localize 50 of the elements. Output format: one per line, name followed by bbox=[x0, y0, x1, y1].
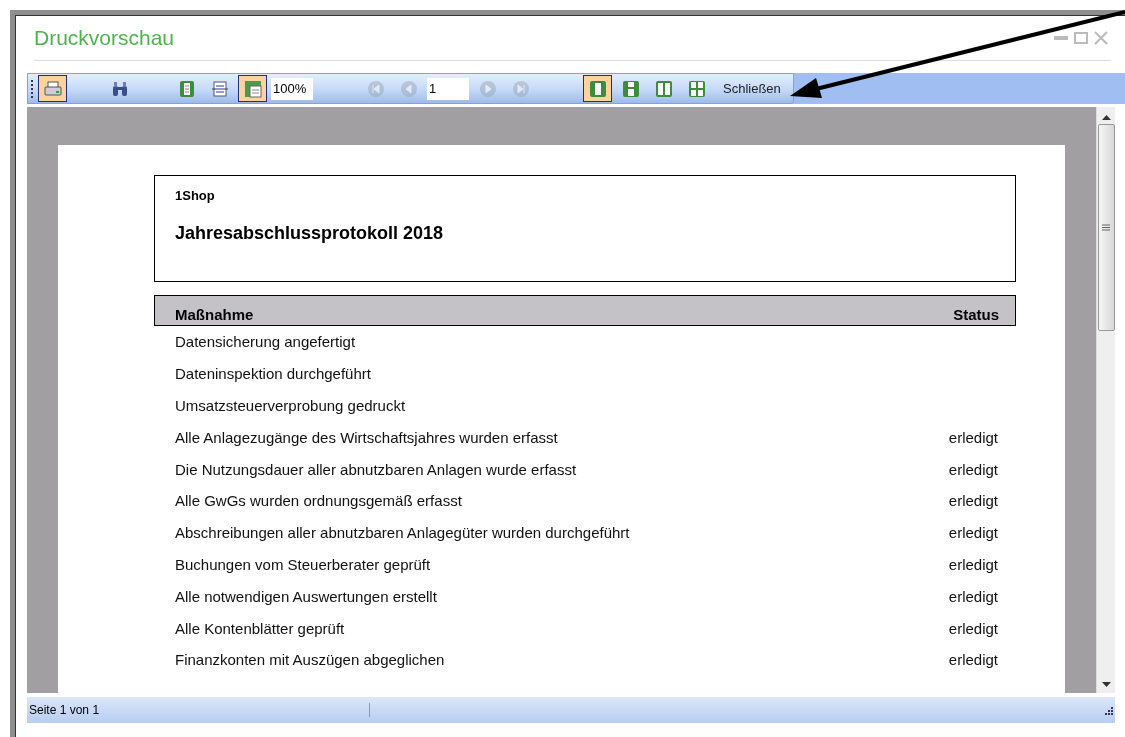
table-cell: erledigt bbox=[948, 555, 998, 573]
resize-grip-icon[interactable] bbox=[1103, 705, 1113, 715]
zoom-field[interactable]: 100% bbox=[271, 77, 313, 100]
column-header: Maßnahme bbox=[175, 306, 254, 323]
table-cell: Abschreibungen aller abnutzbaren Anlagegüter wurden durchgeführt bbox=[175, 524, 630, 542]
toolbar-button[interactable] bbox=[38, 75, 67, 102]
back-icon bbox=[399, 79, 418, 98]
table-cell: erledigt bbox=[948, 460, 998, 478]
page-layout-icon bbox=[588, 79, 607, 98]
table-cell: erledigt bbox=[948, 651, 998, 669]
table-cell: erledigt bbox=[948, 524, 998, 542]
forward-icon bbox=[511, 79, 530, 98]
table-cell: Alle Kontenblätter geprüft bbox=[175, 619, 345, 637]
scroll-down-icon[interactable] bbox=[1101, 682, 1111, 687]
close-button[interactable]: Schließen bbox=[719, 76, 785, 101]
page-number-field[interactable]: 1 bbox=[427, 77, 469, 100]
toolbar-button[interactable] bbox=[238, 75, 267, 102]
zoom-page-icon bbox=[243, 79, 262, 98]
table-cell: erledigt bbox=[948, 587, 998, 605]
page-count: Seite 1 von 1 bbox=[27, 703, 370, 717]
window-title: Druckvorschau bbox=[34, 26, 176, 50]
table-cell: Datensicherung angefertigt bbox=[175, 333, 356, 351]
scroll-thumb[interactable] bbox=[1097, 124, 1115, 331]
page-icon bbox=[177, 79, 196, 98]
grip-icon bbox=[31, 79, 34, 98]
printer-icon bbox=[43, 79, 62, 98]
company-name: 1Shop bbox=[175, 188, 216, 203]
page-layout-icon bbox=[654, 79, 673, 98]
table-cell: Dateninspektion durchgeführt bbox=[175, 365, 371, 383]
table-cell: erledigt bbox=[948, 619, 998, 637]
forward-icon bbox=[478, 79, 497, 98]
table-cell: Alle notwendigen Auswertungen erstellt bbox=[175, 587, 437, 605]
table-cell: erledigt bbox=[948, 492, 998, 510]
table-cell: Die Nutzungsdauer aller abnutzbaren Anlagen wurde erfasst bbox=[175, 460, 577, 478]
scroll-up-icon[interactable] bbox=[1101, 115, 1111, 120]
column-header: Status bbox=[953, 306, 999, 323]
page-width-icon bbox=[210, 79, 229, 98]
back-icon bbox=[366, 79, 385, 98]
table-cell: Buchungen vom Steuerberater geprüft bbox=[175, 555, 431, 573]
table-cell: Finanzkonten mit Auszügen abgeglichen bbox=[175, 651, 445, 669]
view-button[interactable] bbox=[583, 75, 612, 102]
table-cell: Alle Anlagezugänge des Wirtschaftsjahres wurden erfasst bbox=[175, 428, 558, 446]
table-cell: Umsatzsteuerverprobung gedruckt bbox=[175, 397, 406, 414]
scrollbar[interactable] bbox=[1096, 107, 1115, 693]
table-cell: Alle GwGs wurden ordnungsgemäß erfasst bbox=[175, 492, 462, 510]
report-title: Jahresabschlussprotokoll 2018 bbox=[175, 223, 445, 244]
binoculars-icon bbox=[110, 79, 129, 98]
page-layout-icon bbox=[621, 79, 640, 98]
table-cell: erledigt bbox=[948, 428, 998, 446]
page-layout-icon bbox=[687, 79, 706, 98]
